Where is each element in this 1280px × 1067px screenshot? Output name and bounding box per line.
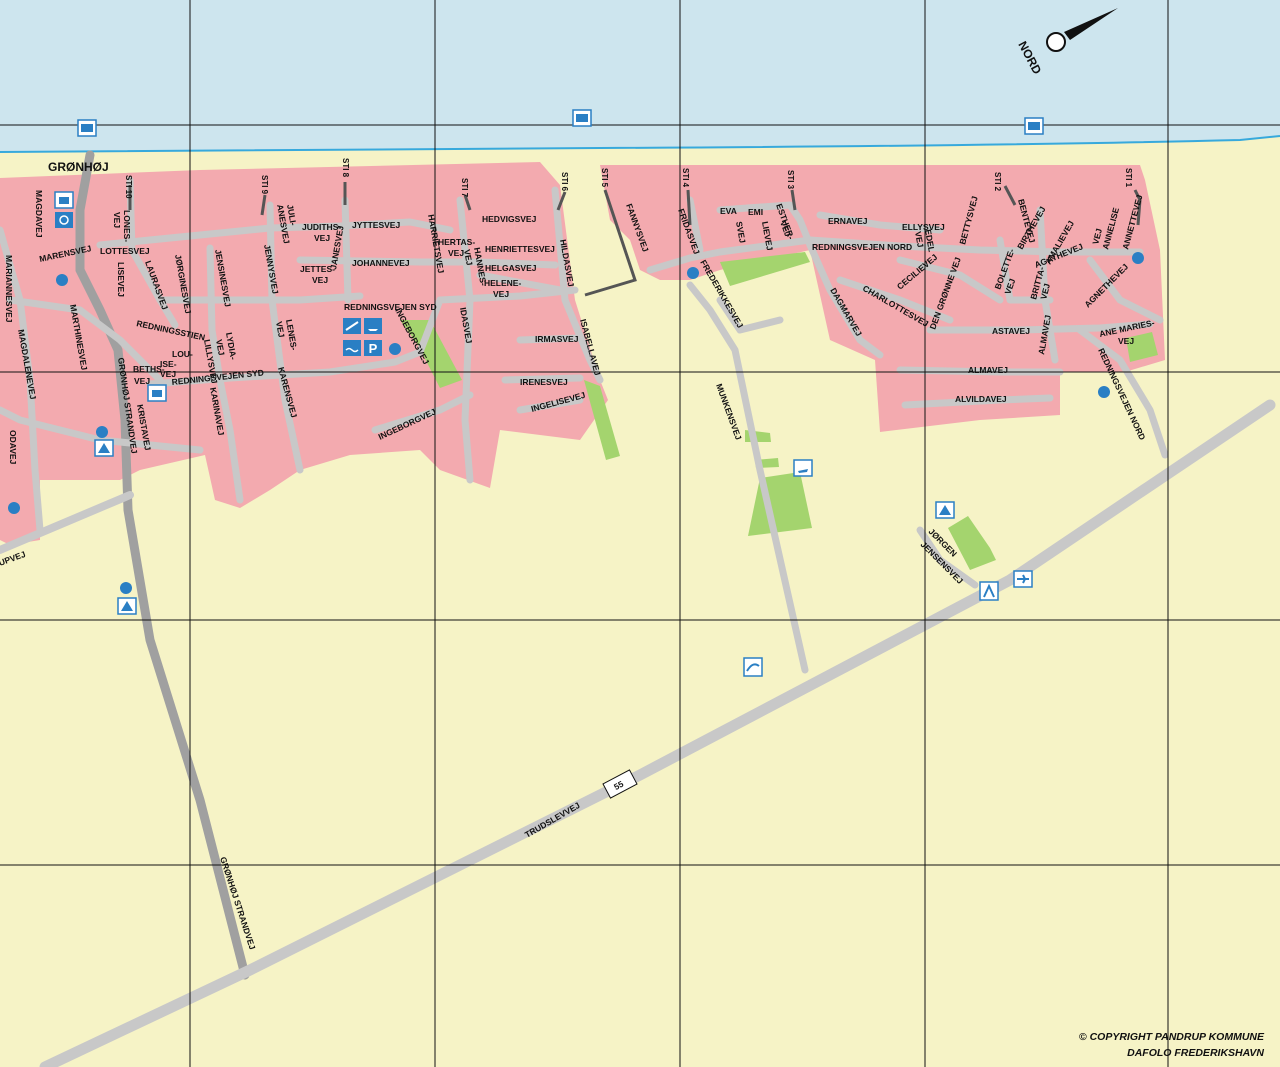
bus-stop-icon [8,502,20,514]
airport-icon [1013,570,1033,588]
telephone-icon [147,384,167,402]
road-label: EVA [720,206,737,216]
road-label: EMI [748,207,763,217]
svg-text:P: P [369,341,378,356]
road-label: LOU- [172,349,193,359]
bus-stop-icon [687,267,699,279]
bus-stop-icon [120,582,132,594]
compass-circle [1046,32,1066,52]
sti-5-label: STI 5 [600,168,609,188]
road-label: JOHANNEVEJ [352,258,410,268]
sti-9-label: STI 9 [260,175,269,195]
road-label: REDNINGSVEJEN SYD [344,302,437,312]
sti-1-label: STI 1 [1124,168,1133,188]
road-label: VEJ [312,275,328,285]
road-label: MAGDAVEJ [34,190,44,238]
road-label: VEJ [314,233,330,243]
road-label: ALVILDAVEJ [955,394,1007,404]
sti-10-label: STI 10 [124,175,133,199]
road-label: HENRIETTESVEJ [485,244,555,254]
road-label: BETHS- [133,364,165,374]
telephone-icon [54,191,74,209]
beach-town-map: NORD GRØNHØJ STI 10 STI 9 STI 8 STI 7 ST… [0,0,1280,1067]
road-label: IRENESVEJ [520,377,568,387]
road-label: MARIANNESVEJ [4,255,14,323]
road-label: LISEVEJ [116,262,126,297]
bus-stop-icon [389,343,401,355]
road-label: HELENE- [484,278,521,288]
sti-8-label: STI 8 [341,158,350,178]
road-label: LONES- [122,210,132,242]
road-label: VEJ [493,289,509,299]
road-label: ASTAVEJ [992,326,1030,336]
golf-icon [793,459,813,477]
copyright-line-2: DAFOLO FREDERIKSHAVN [1127,1047,1264,1059]
surfing-icon [743,657,763,677]
swimming-icon [343,340,361,356]
playground-icon [979,581,999,601]
camping-icon [117,597,137,615]
lifeguard-icon [572,109,592,127]
bus-stop-icon [1132,252,1144,264]
road-label: HERTAS- [438,237,475,247]
sti-7-label: STI 7 [460,178,469,198]
attraction-icon [55,212,73,228]
camping-icon [935,501,955,519]
lifeguard-icon [1024,117,1044,135]
sti-3-label: STI 3 [786,170,795,190]
road-label: VEJ [1118,336,1134,346]
parking-icon: P [364,340,382,356]
road-label: HELGASVEJ [485,263,537,273]
road-label: LOTTESVEJ [100,246,150,256]
bus-stop-icon [1098,386,1110,398]
sti-2-label: STI 2 [993,172,1002,192]
surfing-icon [343,318,361,334]
sti-4-label: STI 4 [681,168,690,188]
road-label: JYTTESVEJ [352,220,400,230]
road-label: VEJ [112,212,122,228]
boat-icon [364,318,382,334]
road-label: IRMASVEJ [535,334,579,344]
copyright-line-1: © COPYRIGHT PANDRUP KOMMUNE [1079,1031,1265,1043]
sti-6-label: STI 6 [560,172,569,192]
town-label: GRØNHØJ [48,160,109,174]
road-label: ODAVEJ [8,430,18,465]
camping-icon [94,439,114,457]
bus-stop-icon [96,426,108,438]
road-label: HEDVIGSVEJ [482,214,537,224]
road-label: ERNAVEJ [828,216,868,226]
road-label: REDNINGSVEJEN NORD [812,242,912,252]
lifeguard-icon [77,119,97,137]
road-label: ALMAVEJ [968,365,1008,375]
bus-stop-icon [56,274,68,286]
